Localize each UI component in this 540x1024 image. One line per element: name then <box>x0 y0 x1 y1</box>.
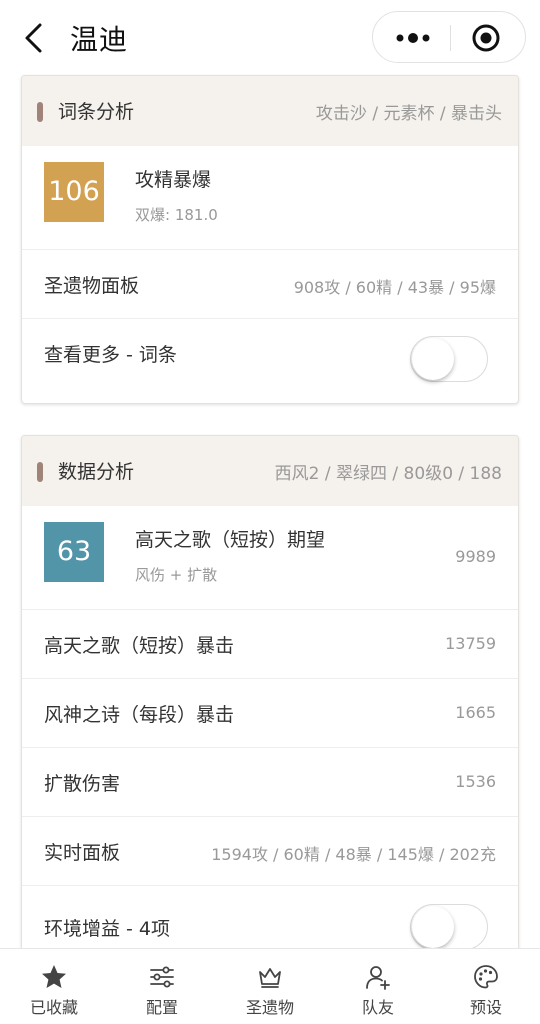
tab-label: 已收藏 <box>29 998 78 1017</box>
card-subtitle: 攻击沙 / 元素杯 / 暴击头 <box>315 104 502 124</box>
accent-bar <box>37 462 43 482</box>
score-badge: 106 <box>44 162 104 222</box>
row-value: 13759 <box>445 634 496 653</box>
show-more-switch[interactable] <box>410 336 488 382</box>
row-value: 1594攻 / 60精 / 48暴 / 145爆 / 202充 <box>211 845 496 864</box>
row-label: 高天之歌（短按）暴击 <box>44 635 235 657</box>
mini-program-capsule <box>372 11 526 63</box>
card-title: 数据分析 <box>58 461 135 483</box>
tab-teammates[interactable]: 队友 <box>324 949 432 1024</box>
row-label: 查看更多 - 词条 <box>44 344 177 366</box>
list-row: 高天之歌（短按）暴击 13759 <box>22 610 518 679</box>
card-subtitle: 西风2 / 翠绿四 / 80级0 / 188 <box>274 464 502 484</box>
add-user-icon <box>366 966 390 990</box>
score-name: 攻精暴爆 <box>135 169 212 191</box>
row-label: 风神之诗（每段）暴击 <box>44 704 235 726</box>
back-arrow-icon[interactable] <box>20 20 50 56</box>
tab-artifacts[interactable]: 圣遗物 <box>216 949 324 1024</box>
switch-knob <box>412 906 454 948</box>
card-header: 词条分析 攻击沙 / 元素杯 / 暴击头 <box>22 76 518 146</box>
score-row: 106 攻精暴爆 双爆: 181.0 <box>22 146 518 250</box>
nav-bar: 温迪 <box>0 0 540 75</box>
card-header: 数据分析 西风2 / 翠绿四 / 80级0 / 188 <box>22 436 518 506</box>
crown-icon <box>259 968 281 988</box>
env-buff-switch[interactable] <box>410 904 488 950</box>
page-title: 温迪 <box>70 23 129 56</box>
tab-bar: 已收藏 配置 圣遗物 队友 预设 <box>0 948 540 1024</box>
score-name: 高天之歌（短按）期望 <box>135 529 326 551</box>
substat-analysis-card: 词条分析 攻击沙 / 元素杯 / 暴击头 106 攻精暴爆 双爆: 181.0 … <box>21 75 519 404</box>
row-label: 圣遗物面板 <box>44 275 140 297</box>
toggle-row: 查看更多 - 词条 <box>22 319 518 388</box>
list-row: 圣遗物面板 908攻 / 60精 / 43暴 / 95爆 <box>22 250 518 319</box>
tab-label: 配置 <box>145 998 178 1017</box>
score-badge: 63 <box>44 522 104 582</box>
row-value: 1536 <box>455 772 496 791</box>
score-row: 63 高天之歌（短按）期望 风伤 + 扩散 9989 <box>22 506 518 610</box>
row-value: 908攻 / 60精 / 43暴 / 95爆 <box>293 278 496 297</box>
tab-presets[interactable]: 预设 <box>432 949 540 1024</box>
palette-icon <box>474 965 498 989</box>
star-icon <box>42 965 66 988</box>
more-icon[interactable] <box>395 28 431 48</box>
tab-label: 预设 <box>469 998 502 1017</box>
data-analysis-card: 数据分析 西风2 / 翠绿四 / 80级0 / 188 63 高天之歌（短按）期… <box>21 435 519 975</box>
score-desc: 风伤 + 扩散 <box>135 566 218 584</box>
capsule-divider <box>450 25 451 51</box>
list-row: 风神之诗（每段）暴击 1665 <box>22 679 518 748</box>
row-value: 1665 <box>455 703 496 722</box>
close-miniprogram-icon[interactable] <box>471 23 501 53</box>
tab-favorites[interactable]: 已收藏 <box>0 949 108 1024</box>
sliders-icon <box>150 966 174 988</box>
row-label: 环境增益 - 4项 <box>44 918 171 940</box>
score-desc: 双爆: 181.0 <box>135 206 218 224</box>
accent-bar <box>37 102 43 122</box>
tab-config[interactable]: 配置 <box>108 949 216 1024</box>
list-row: 实时面板 1594攻 / 60精 / 48暴 / 145爆 / 202充 <box>22 817 518 886</box>
row-label: 扩散伤害 <box>44 773 121 795</box>
toggle-row: 环境增益 - 4项 <box>22 886 518 955</box>
score-value: 9989 <box>455 547 496 566</box>
switch-knob <box>412 338 454 380</box>
tab-label: 队友 <box>361 998 394 1017</box>
tab-label: 圣遗物 <box>245 998 294 1017</box>
row-label: 实时面板 <box>44 842 121 864</box>
list-row: 扩散伤害 1536 <box>22 748 518 817</box>
card-title: 词条分析 <box>58 101 135 123</box>
